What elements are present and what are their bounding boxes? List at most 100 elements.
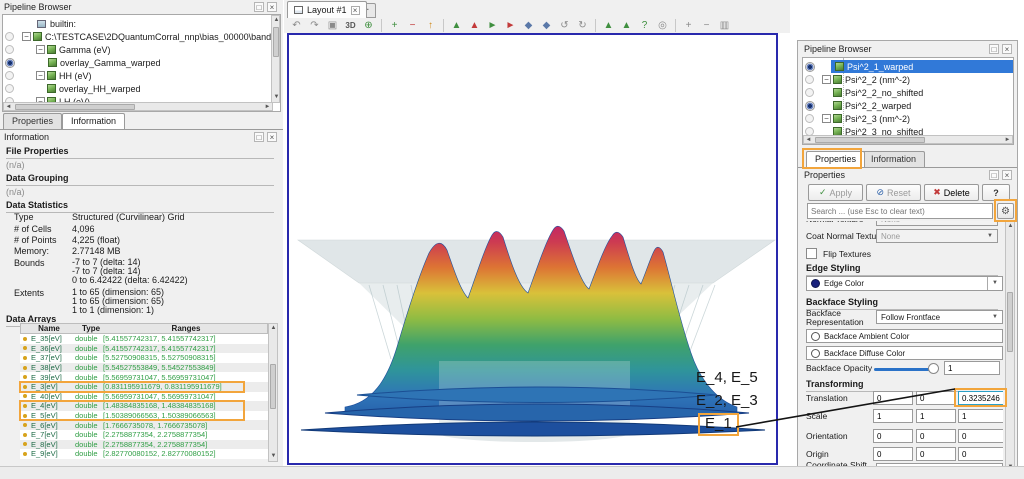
scroll-left-icon[interactable]: ◄ xyxy=(804,136,813,145)
view-minus-y-icon[interactable]: ► xyxy=(503,18,518,33)
camera-redo-icon[interactable]: ↷ xyxy=(307,18,322,33)
tree-item-psi23[interactable]: − Psi^2_3 (nm^-2) xyxy=(805,112,910,125)
flip-textures-checkbox[interactable] xyxy=(806,248,817,259)
orientation-z-input[interactable] xyxy=(958,429,1003,443)
expander-icon[interactable]: − xyxy=(22,32,31,41)
tab-information-right[interactable]: Information xyxy=(862,151,925,167)
dock-float-icon[interactable]: □ xyxy=(254,2,264,12)
table-header-row[interactable]: Name Type Ranges xyxy=(20,323,268,334)
visibility-icon[interactable] xyxy=(5,71,14,80)
dock-float-icon[interactable]: □ xyxy=(989,44,999,54)
tree-item-file[interactable]: − C:\TESTCASE\2DQuantumCorral_nnp\bias_0… xyxy=(5,30,281,43)
tree-item-gamma[interactable]: − Gamma (eV) xyxy=(5,43,111,56)
visibility-icon[interactable] xyxy=(805,101,815,111)
scroll-down-icon[interactable]: ▼ xyxy=(269,452,278,461)
visibility-icon[interactable] xyxy=(805,88,814,97)
origin-y-input[interactable] xyxy=(916,447,956,461)
show-center-axes-icon[interactable]: + xyxy=(387,18,402,33)
translation-x-input[interactable] xyxy=(873,391,913,405)
backface-ambient-color-button[interactable]: Backface Ambient Color xyxy=(806,329,1003,343)
dock-close-icon[interactable]: × xyxy=(1002,44,1012,54)
close-tab-icon[interactable]: × xyxy=(351,6,360,15)
select-points-icon[interactable]: ▲ xyxy=(619,18,634,33)
normal-texture-dropdown[interactable]: None▼ xyxy=(876,221,998,226)
scroll-right-icon[interactable]: ► xyxy=(1003,136,1012,145)
translation-y-input[interactable] xyxy=(916,391,956,405)
delete-view-icon[interactable]: ▥ xyxy=(717,18,732,33)
view-minus-z-icon[interactable]: ◆ xyxy=(539,18,554,33)
help-button[interactable]: ? xyxy=(982,184,1010,201)
orientation-y-input[interactable] xyxy=(916,429,956,443)
origin-x-input[interactable] xyxy=(873,447,913,461)
scroll-up-icon[interactable]: ▲ xyxy=(1006,222,1015,231)
edge-color-combo[interactable]: Edge Color ▼ xyxy=(806,276,1003,291)
backface-opacity-input[interactable] xyxy=(944,361,1000,375)
tree-item-psi22-noshift[interactable]: Psi^2_2_no_shifted xyxy=(805,86,923,99)
coat-normal-texture-dropdown[interactable]: None▼ xyxy=(876,229,998,243)
tree-hscrollbar[interactable]: ◄ ► xyxy=(803,135,1013,144)
col-name[interactable]: Name xyxy=(21,324,77,333)
tree-item-psi21-warped[interactable]: Psi^2_1_warped xyxy=(805,60,1013,73)
tree-item-overlay-gamma[interactable]: overlay_Gamma_warped xyxy=(5,56,161,69)
expander-icon[interactable]: − xyxy=(36,71,45,80)
tree-item-overlay-hh[interactable]: overlay_HH_warped xyxy=(5,82,141,95)
orientation-x-input[interactable] xyxy=(873,429,913,443)
properties-vscrollbar[interactable]: ▲ ▼ xyxy=(1005,221,1015,473)
visibility-icon[interactable] xyxy=(805,62,815,72)
visibility-icon[interactable] xyxy=(805,75,814,84)
tree-item-psi22-warped[interactable]: Psi^2_2_warped xyxy=(805,99,911,112)
pick-center-icon[interactable]: ↑ xyxy=(423,18,438,33)
backface-diffuse-color-button[interactable]: Backface Diffuse Color xyxy=(806,346,1003,360)
scale-z-input[interactable] xyxy=(958,409,1003,423)
zoom-out-icon[interactable]: − xyxy=(699,18,714,33)
view-plus-y-icon[interactable]: ► xyxy=(485,18,500,33)
dock-float-icon[interactable]: □ xyxy=(989,170,999,180)
tree-item-hh[interactable]: − HH (eV) xyxy=(5,69,92,82)
capture-screenshot-icon[interactable]: ▣ xyxy=(325,18,340,33)
scale-x-input[interactable] xyxy=(873,409,913,423)
col-ranges[interactable]: Ranges xyxy=(105,324,267,333)
view-plus-z-icon[interactable]: ◆ xyxy=(521,18,536,33)
expander-icon[interactable]: − xyxy=(822,75,831,84)
reset-button[interactable]: ⊘ Reset xyxy=(866,184,921,201)
backface-opacity-slider[interactable] xyxy=(874,368,936,371)
zoom-in-icon[interactable]: + xyxy=(681,18,696,33)
origin-z-input[interactable] xyxy=(958,447,1003,461)
apply-button[interactable]: ✓ Apply xyxy=(808,184,863,201)
visibility-icon[interactable] xyxy=(5,32,14,41)
dock-float-icon[interactable]: □ xyxy=(254,132,264,142)
view-minus-x-icon[interactable]: ▲ xyxy=(467,18,482,33)
layout-tab[interactable]: Layout #1 × xyxy=(287,1,367,18)
view-plus-x-icon[interactable]: ▲ xyxy=(449,18,464,33)
rotate-cw-icon[interactable]: ↻ xyxy=(575,18,590,33)
visibility-icon[interactable] xyxy=(805,114,814,123)
rotate-ccw-icon[interactable]: ↺ xyxy=(557,18,572,33)
delete-button[interactable]: ✖ Delete xyxy=(924,184,979,201)
col-type[interactable]: Type xyxy=(77,324,105,333)
tree-hscrollbar[interactable]: ◄ ► xyxy=(3,102,273,111)
camera-undo-icon[interactable]: ↶ xyxy=(289,18,304,33)
tab-information-left[interactable]: Information xyxy=(62,113,125,129)
scroll-left-icon[interactable]: ◄ xyxy=(4,103,13,112)
tab-properties-right[interactable]: Properties xyxy=(806,151,865,167)
table-vscrollbar[interactable]: ▲ ▼ xyxy=(268,323,278,462)
scroll-up-icon[interactable]: ▲ xyxy=(269,324,278,333)
hide-center-axes-icon[interactable]: − xyxy=(405,18,420,33)
scroll-right-icon[interactable]: ► xyxy=(263,103,272,112)
slider-handle[interactable] xyxy=(928,363,939,374)
dock-close-icon[interactable]: × xyxy=(267,132,277,142)
search-input[interactable] xyxy=(807,203,993,219)
dock-close-icon[interactable]: × xyxy=(267,2,277,12)
backface-representation-dropdown[interactable]: Follow Frontface▼ xyxy=(876,310,1003,324)
scroll-up-icon[interactable]: ▲ xyxy=(272,16,281,25)
expander-icon[interactable]: − xyxy=(36,45,45,54)
scroll-down-icon[interactable]: ▼ xyxy=(272,93,281,102)
settings-gear-button[interactable]: ⚙ xyxy=(997,203,1014,219)
dock-close-icon[interactable]: × xyxy=(1002,170,1012,180)
zoom-to-data-icon[interactable]: ⊕ xyxy=(361,18,376,33)
tree-item-psi22[interactable]: − Psi^2_2 (nm^-2) xyxy=(805,73,910,86)
interact-mode-icon[interactable]: ◎ xyxy=(655,18,670,33)
visibility-icon[interactable] xyxy=(5,45,14,54)
tree-item-builtin[interactable]: builtin: xyxy=(37,17,76,30)
select-cells-icon[interactable]: ▲ xyxy=(601,18,616,33)
